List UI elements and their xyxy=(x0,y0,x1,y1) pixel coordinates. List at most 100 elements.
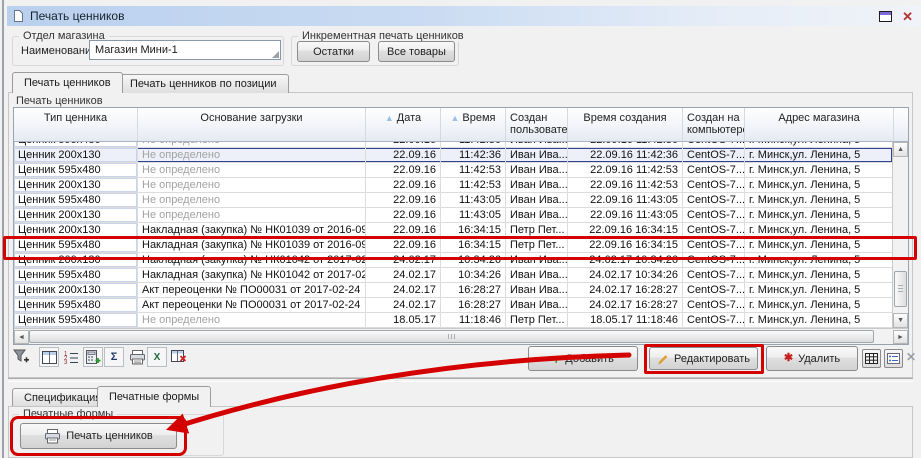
cell-date: 22.09.16 xyxy=(366,163,441,177)
cell-computer: CentOS-7... xyxy=(683,223,745,237)
column-header-created[interactable]: Время создания xyxy=(568,108,683,141)
dropdown-corner-icon xyxy=(272,51,279,58)
cell-basis: Накладная (закупка) № НК01039 от 2016-09… xyxy=(138,238,366,252)
vertical-scroll-thumb[interactable] xyxy=(894,271,907,307)
cell-type: Ценник 200x130 xyxy=(14,208,138,222)
scroll-up-icon[interactable]: ▲ xyxy=(893,142,908,157)
cell-date: 22.09.16 xyxy=(366,193,441,207)
cell-time: 11:42:36 xyxy=(441,148,506,162)
cell-basis: Не определено xyxy=(138,313,366,327)
all-goods-button[interactable]: Все товары xyxy=(378,41,455,62)
column-header-type[interactable]: Тип ценника xyxy=(14,108,138,141)
print-icon[interactable] xyxy=(127,347,147,367)
column-header-label: Создан на компьютере xyxy=(687,112,745,136)
cell-computer: CentOS-7... xyxy=(683,148,745,162)
cell-created: 22.09.16 11:43:05 xyxy=(568,193,683,207)
cell-basis: Накладная (закупка) № НК01042 от 2017-02… xyxy=(138,268,366,282)
add-button[interactable]: + Добавить xyxy=(528,346,638,371)
grid-view-button[interactable] xyxy=(862,349,881,368)
document-icon xyxy=(13,9,24,23)
table-row[interactable]: Ценник 200x130Накладная (закупка) № НК01… xyxy=(14,223,892,238)
table-row[interactable]: Ценник 200x130Не определено22.09.1611:42… xyxy=(14,148,892,163)
cell-user: Петр Пет... xyxy=(506,223,568,237)
cell-date: 24.02.17 xyxy=(366,283,441,297)
table-row[interactable]: Ценник 595x480Не определено18.05.1711:18… xyxy=(14,313,892,328)
cell-basis: Не определено xyxy=(138,193,366,207)
tab-print-price-tags[interactable]: Печать ценников xyxy=(12,72,123,93)
column-setup-icon[interactable] xyxy=(39,347,59,367)
table-row[interactable]: Ценник 200x130Накладная (закупка) № НК01… xyxy=(14,253,892,268)
table-rows: Ценник 595x480Не определено22.09.1611:42… xyxy=(14,142,892,328)
cell-address: г. Минск,ул. Ленина, 5 xyxy=(745,253,892,267)
column-hide-icon[interactable] xyxy=(169,347,189,367)
vertical-scrollbar[interactable]: ▲ ▼ xyxy=(892,142,908,328)
table-row[interactable]: Ценник 595x480Не определено22.09.1611:42… xyxy=(14,163,892,178)
edit-button[interactable]: Редактировать xyxy=(649,347,758,370)
scroll-left-icon[interactable]: ◄ xyxy=(14,330,29,344)
cell-type: Ценник 200x130 xyxy=(14,148,138,162)
horizontal-scrollbar[interactable]: ◄ ► xyxy=(14,328,908,344)
cell-basis: Накладная (закупка) № НК01042 от 2017-02… xyxy=(138,253,366,267)
table-row[interactable]: Ценник 595x480Не определено22.09.1611:43… xyxy=(14,193,892,208)
column-header-address[interactable]: Адрес магазина xyxy=(745,108,894,141)
cell-type: Ценник 595x480 xyxy=(14,238,138,252)
column-header-user[interactable]: Создан пользователем xyxy=(506,108,568,141)
delete-button[interactable]: ✱ Удалить xyxy=(766,346,858,371)
cell-user: Иван Ива... xyxy=(506,283,568,297)
cell-basis: Накладная (закупка) № НК01039 от 2016-09… xyxy=(138,223,366,237)
excel-export-icon[interactable]: X xyxy=(147,347,167,367)
table-row[interactable]: Ценник 200x130Не определено22.09.1611:42… xyxy=(14,178,892,193)
tab-print-price-tags-by-position[interactable]: Печать ценников по позиции xyxy=(118,74,289,93)
window-left-border xyxy=(2,0,4,458)
cell-basis: Не определено xyxy=(138,148,366,162)
cell-computer: CentOS-7... xyxy=(683,193,745,207)
cell-time: 11:18:46 xyxy=(441,313,506,327)
numbered-list-icon[interactable]: 123 xyxy=(61,347,81,367)
delete-asterisk-icon: ✱ xyxy=(784,353,793,364)
cell-user: Иван Ива... xyxy=(506,298,568,312)
tab-print-forms[interactable]: Печатные формы xyxy=(97,386,211,407)
store-select[interactable]: Магазин Мини-1 xyxy=(89,40,281,60)
cell-address: г. Минск,ул. Ленина, 5 xyxy=(745,163,892,177)
calculator-add-icon[interactable] xyxy=(83,347,103,367)
cell-address: г. Минск,ул. Ленина, 5 xyxy=(745,313,892,327)
cell-date: 22.09.16 xyxy=(366,238,441,252)
sum-icon[interactable]: Σ xyxy=(104,347,124,367)
cell-basis: Не определено xyxy=(138,178,366,192)
print-price-tags-button[interactable]: Печать ценников xyxy=(20,423,177,449)
cell-time: 11:42:36 xyxy=(441,142,506,147)
cell-type: Ценник 200x130 xyxy=(14,283,138,297)
stock-button[interactable]: Остатки xyxy=(297,41,370,62)
maximize-icon[interactable] xyxy=(879,11,892,22)
window-titlebar[interactable]: Печать ценников ✕ xyxy=(7,6,921,26)
cell-address: г. Минск,ул. Ленина, 5 xyxy=(745,223,892,237)
store-select-value: Магазин Мини-1 xyxy=(95,44,178,56)
column-header-basis[interactable]: Основание загрузки xyxy=(138,108,366,141)
column-header-computer[interactable]: Создан на компьютере xyxy=(683,108,745,141)
cell-time: 11:43:05 xyxy=(441,208,506,222)
table-row[interactable]: Ценник 200x130Акт переоценки № ПО00031 о… xyxy=(14,283,892,298)
cell-computer: CentOS-7... xyxy=(683,268,745,282)
column-header-date[interactable]: ▲Дата xyxy=(366,108,441,141)
scroll-down-icon[interactable]: ▼ xyxy=(893,313,908,328)
horizontal-scroll-thumb[interactable] xyxy=(29,330,874,343)
cell-time: 16:34:15 xyxy=(441,223,506,237)
scroll-right-icon[interactable]: ► xyxy=(893,330,908,344)
table-row[interactable]: Ценник 595x480Накладная (закупка) № НК01… xyxy=(14,238,892,253)
panel-close-icon[interactable]: ✕ xyxy=(906,350,916,364)
cell-time: 16:28:27 xyxy=(441,298,506,312)
details-view-button[interactable] xyxy=(884,349,903,368)
cell-computer: CentOS-7... xyxy=(683,178,745,192)
cell-created: 22.09.16 16:34:15 xyxy=(568,238,683,252)
column-header-time[interactable]: ▲Время xyxy=(441,108,506,141)
pane-splitter[interactable] xyxy=(8,378,913,382)
table-row[interactable]: Ценник 200x130Не определено22.09.1611:43… xyxy=(14,208,892,223)
close-icon[interactable]: ✕ xyxy=(902,10,913,23)
column-header-label: Основание загрузки xyxy=(200,112,302,124)
table-row[interactable]: Ценник 595x480Акт переоценки № ПО00031 о… xyxy=(14,298,892,313)
cell-address: г. Минск,ул. Ленина, 5 xyxy=(745,268,892,282)
window-title: Печать ценников xyxy=(30,9,124,23)
table-row[interactable]: Ценник 595x480Накладная (закупка) № НК01… xyxy=(14,268,892,283)
filter-add-icon[interactable] xyxy=(11,347,31,367)
cell-date: 24.02.17 xyxy=(366,253,441,267)
